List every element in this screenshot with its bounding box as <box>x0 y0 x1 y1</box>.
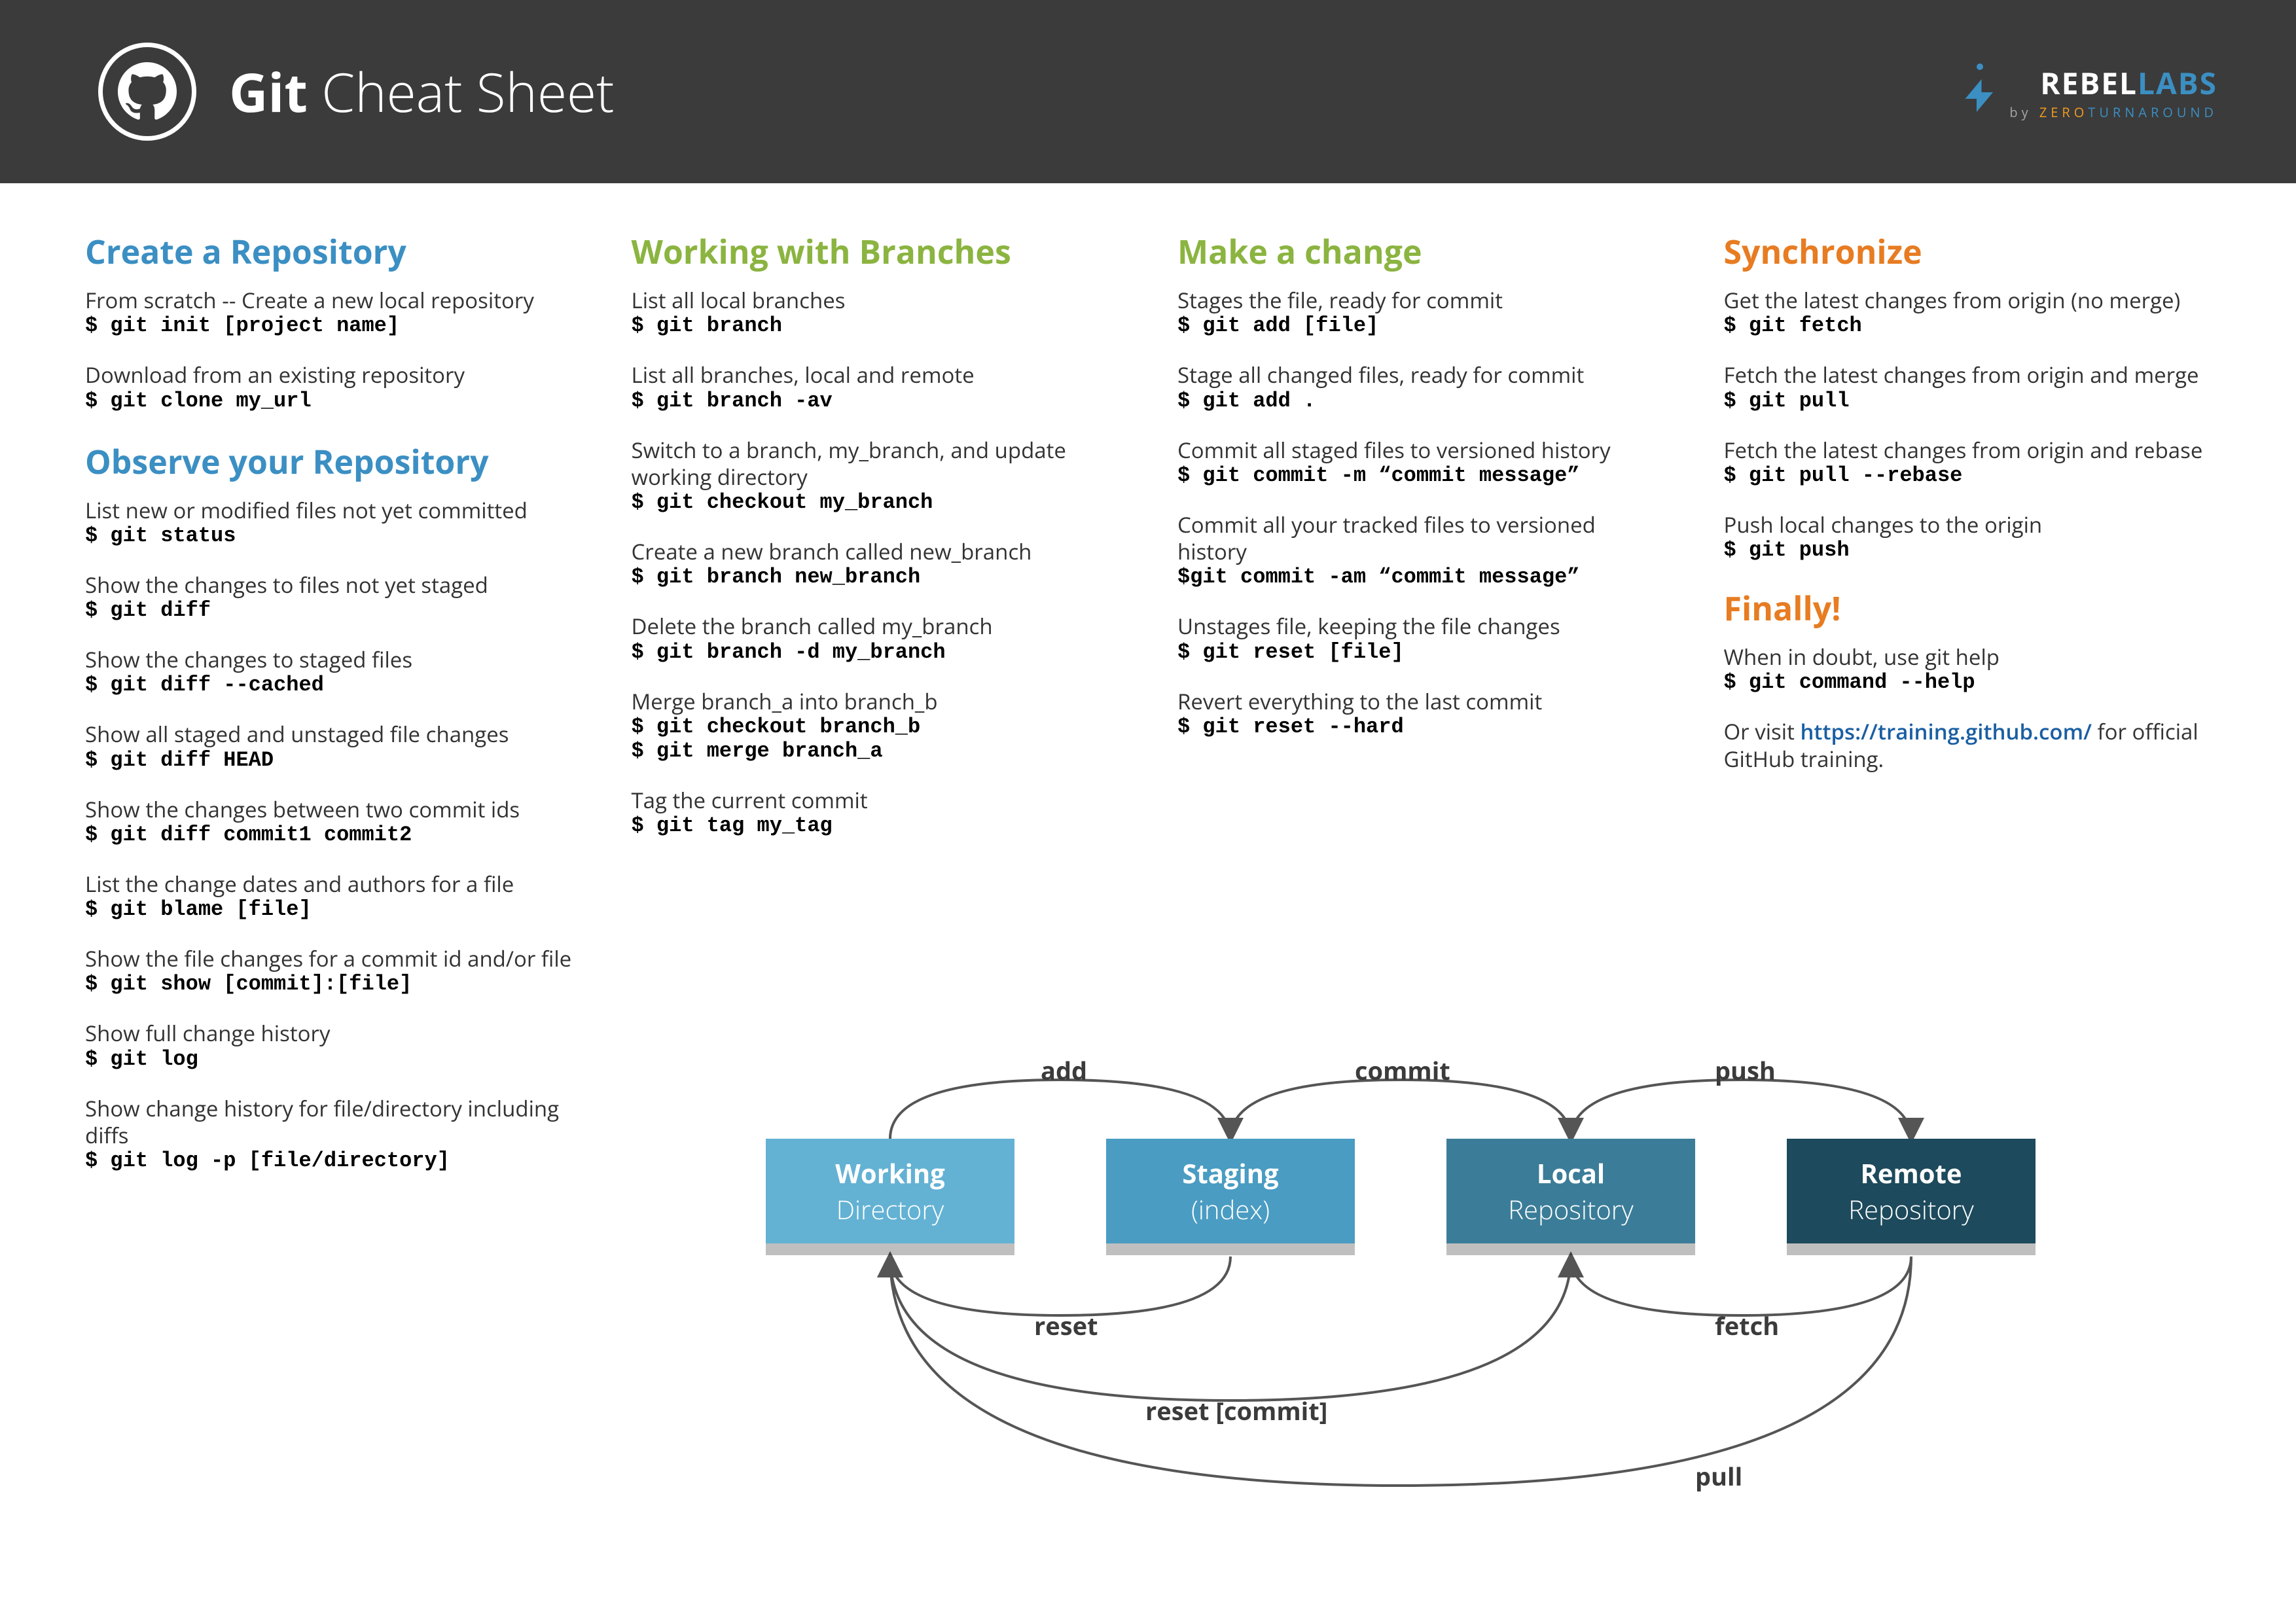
desc: Create a new branch called new_branch <box>632 538 1119 565</box>
cmd: $ git tag my_tag <box>632 813 1119 838</box>
label-reset-commit: reset [commit] <box>1145 1394 1327 1428</box>
heading-make-change: Make a change <box>1177 229 1665 274</box>
cmd: $ git branch new_branch <box>632 565 1119 589</box>
training-link[interactable]: https://training.github.com/ <box>1800 717 2092 746</box>
desc: Merge branch_a into branch_b <box>632 688 1119 715</box>
page-title: Git Cheat Sheet <box>229 55 614 128</box>
cmd: $ git command --help <box>1724 670 2212 694</box>
cmd: $ git branch <box>632 313 1119 338</box>
cmd: $ git init [project name] <box>85 313 573 338</box>
cmd: $git commit -am “commit message” <box>1177 565 1665 589</box>
cmd: $ git branch -d my_branch <box>632 640 1119 664</box>
cmd: $ git branch -av <box>632 389 1119 413</box>
cmd: $ git diff --cached <box>85 673 573 697</box>
desc: Switch to a branch, my_branch, and updat… <box>632 437 1119 491</box>
content-columns: Create a Repository From scratch -- Crea… <box>0 183 2296 1196</box>
cmd: $ git diff commit1 commit2 <box>85 823 573 847</box>
cmd: $ git reset [file] <box>1177 640 1665 664</box>
cmd: $ git clone my_url <box>85 389 573 413</box>
brand-logo: REBELLABS by ZEROTURNAROUND <box>1960 63 2217 121</box>
desc: Revert everything to the last commit <box>1177 688 1665 715</box>
desc: Commit all staged files to versioned his… <box>1177 437 1665 463</box>
desc: List all branches, local and remote <box>632 361 1119 388</box>
desc: Download from an existing repository <box>85 361 573 388</box>
label-reset: reset <box>1034 1309 1098 1343</box>
desc: Stage all changed files, ready for commi… <box>1177 361 1665 388</box>
desc: Show the changes to staged files <box>85 646 573 673</box>
desc: Show the file changes for a commit id an… <box>85 945 573 972</box>
box-working-directory: WorkingDirectory <box>766 1139 1014 1243</box>
cmd: $ git pull --rebase <box>1724 463 2212 488</box>
desc: Show change history for file/directory i… <box>85 1095 573 1149</box>
column-2: Working with Branches List all local bra… <box>632 229 1119 1196</box>
cmd: $ git pull <box>1724 389 2212 413</box>
desc: Or visit https://training.github.com/ fo… <box>1724 718 2212 772</box>
desc: When in doubt, use git help <box>1724 643 2212 670</box>
cmd: $ git status <box>85 524 573 548</box>
github-icon <box>118 62 177 121</box>
cmd: $ git diff <box>85 598 573 622</box>
desc: Show the changes to files not yet staged <box>85 571 573 598</box>
heading-create-repo: Create a Repository <box>85 229 573 274</box>
box-staging: Staging(index) <box>1106 1139 1355 1243</box>
cmd: $ git checkout my_branch <box>632 490 1119 514</box>
cmd: $ git reset --hard <box>1177 715 1665 739</box>
cmd: $ git add [file] <box>1177 313 1665 338</box>
heading-branches: Working with Branches <box>632 229 1119 274</box>
desc: Fetch the latest changes from origin and… <box>1724 437 2212 463</box>
page-header: Git Cheat Sheet REBELLABS by ZEROTURNARO… <box>0 0 2296 183</box>
box-local-repo: LocalRepository <box>1446 1139 1695 1243</box>
cmd: $ git add . <box>1177 389 1665 413</box>
brand-bolt-icon <box>1960 63 2000 118</box>
desc: List the change dates and authors for a … <box>85 870 573 897</box>
heading-finally: Finally! <box>1724 586 2212 630</box>
label-add: add <box>1041 1054 1087 1088</box>
desc: From scratch -- Create a new local repos… <box>85 287 573 313</box>
cmd: $ git show [commit]:[file] <box>85 972 573 996</box>
desc: List new or modified files not yet commi… <box>85 497 573 524</box>
cmd: $ git fetch <box>1724 313 2212 338</box>
desc: Fetch the latest changes from origin and… <box>1724 361 2212 388</box>
desc: Show full change history <box>85 1020 573 1046</box>
cmd: $ git log -p [file/directory] <box>85 1149 573 1173</box>
desc: Get the latest changes from origin (no m… <box>1724 287 2212 313</box>
workflow-diagram: WorkingDirectory Staging(index) LocalRep… <box>687 1060 2193 1584</box>
desc: Stages the file, ready for commit <box>1177 287 1665 313</box>
cmd: $ git checkout branch_b $ git merge bran… <box>632 715 1119 763</box>
desc: List all local branches <box>632 287 1119 313</box>
column-3: Make a change Stages the file, ready for… <box>1177 229 1665 1196</box>
column-1: Create a Repository From scratch -- Crea… <box>85 229 573 1196</box>
header-left: Git Cheat Sheet <box>98 43 614 141</box>
cmd: $ git commit -m “commit message” <box>1177 463 1665 488</box>
label-fetch: fetch <box>1715 1309 1779 1343</box>
github-logo-circle <box>98 43 196 141</box>
heading-observe-repo: Observe your Repository <box>85 439 573 484</box>
column-4: Synchronize Get the latest changes from … <box>1724 229 2212 1196</box>
desc: Push local changes to the origin <box>1724 511 2212 538</box>
label-pull: pull <box>1695 1459 1742 1493</box>
label-commit: commit <box>1355 1054 1450 1088</box>
cmd: $ git blame [file] <box>85 897 573 921</box>
desc: Tag the current commit <box>632 787 1119 813</box>
box-remote-repo: RemoteRepository <box>1787 1139 2036 1243</box>
desc: Show all staged and unstaged file change… <box>85 721 573 747</box>
heading-synchronize: Synchronize <box>1724 229 2212 274</box>
label-push: push <box>1715 1054 1776 1088</box>
cmd: $ git push <box>1724 538 2212 562</box>
cmd: $ git diff HEAD <box>85 748 573 772</box>
cmd: $ git log <box>85 1047 573 1071</box>
desc: Show the changes between two commit ids <box>85 796 573 823</box>
desc: Unstages file, keeping the file changes <box>1177 613 1665 639</box>
desc: Delete the branch called my_branch <box>632 613 1119 639</box>
desc: Commit all your tracked files to version… <box>1177 511 1665 565</box>
